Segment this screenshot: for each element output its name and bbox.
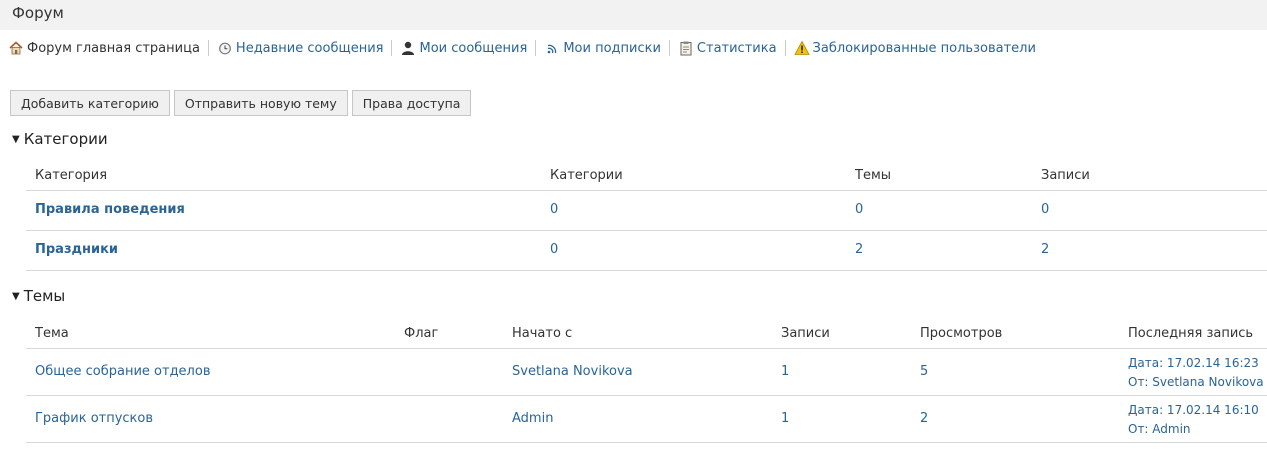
category-subcategories-count[interactable]: 0 bbox=[550, 242, 558, 257]
category-link[interactable]: Правила поведения bbox=[35, 202, 185, 217]
home-icon bbox=[8, 40, 24, 56]
nav-recent-label: Недавние сообщения bbox=[235, 40, 384, 56]
col-posts: Записи bbox=[781, 326, 830, 341]
nav-divider bbox=[784, 40, 786, 56]
topics-section-toggle[interactable]: ▼ Темы bbox=[12, 287, 65, 305]
col-last-post: Последняя запись bbox=[1128, 326, 1254, 341]
col-subcategories: Категории bbox=[550, 168, 623, 183]
table-row: График отпусков Admin 1 2 Дата: 17.02.14… bbox=[26, 396, 1267, 443]
nav-my-posts[interactable]: Мои сообщения bbox=[400, 40, 527, 56]
table-row: Общее собрание отделов Svetlana Novikova… bbox=[26, 349, 1267, 396]
table-header: Категория Категории Темы Записи bbox=[26, 160, 1267, 191]
new-topic-button[interactable]: Отправить новую тему bbox=[173, 90, 348, 116]
categories-table: Категория Категории Темы Записи Правила … bbox=[26, 160, 1267, 271]
clock-icon bbox=[217, 40, 233, 56]
collapse-triangle-icon: ▼ bbox=[12, 133, 20, 145]
page-title: Форум bbox=[12, 4, 64, 22]
nav-divider bbox=[207, 40, 209, 56]
topic-posts-count[interactable]: 1 bbox=[781, 364, 789, 379]
nav-home[interactable]: Форум главная страница bbox=[8, 40, 200, 56]
category-topics-count[interactable]: 2 bbox=[855, 242, 863, 257]
table-row: Правила поведения 0 0 0 bbox=[26, 191, 1267, 231]
nav-divider bbox=[391, 40, 393, 56]
last-post-author[interactable]: От: Svetlana Novikova bbox=[1128, 373, 1264, 392]
category-subcategories-count[interactable]: 0 bbox=[550, 202, 558, 217]
topic-link[interactable]: Общее собрание отделов bbox=[35, 364, 210, 379]
col-category: Категория bbox=[35, 168, 108, 183]
nav-divider bbox=[668, 40, 670, 56]
categories-section-toggle[interactable]: ▼ Категории bbox=[12, 130, 108, 148]
topic-views-count[interactable]: 5 bbox=[920, 364, 928, 379]
add-category-button[interactable]: Добавить категорию bbox=[10, 90, 170, 116]
nav-statistics-label: Статистика bbox=[696, 40, 777, 56]
category-posts-count[interactable]: 0 bbox=[1041, 202, 1049, 217]
action-buttons: Добавить категорию Отправить новую тему … bbox=[10, 90, 472, 116]
topic-posts-count[interactable]: 1 bbox=[781, 411, 789, 426]
warning-icon bbox=[793, 40, 810, 56]
last-post-date[interactable]: Дата: 17.02.14 16:10 bbox=[1128, 401, 1259, 420]
topics-heading: Темы bbox=[23, 287, 66, 305]
topic-author-link[interactable]: Svetlana Novikova bbox=[512, 364, 633, 379]
forum-nav: Форум главная страница Недавние сообщени… bbox=[8, 38, 1036, 58]
nav-home-label: Форум главная страница bbox=[27, 40, 200, 56]
nav-divider bbox=[535, 40, 537, 56]
topic-author-link[interactable]: Admin bbox=[512, 411, 553, 426]
user-icon bbox=[400, 40, 416, 56]
col-topic: Тема bbox=[35, 326, 69, 341]
col-topics: Темы bbox=[855, 168, 892, 183]
rss-icon bbox=[544, 40, 560, 56]
nav-subscriptions[interactable]: Мои подписки bbox=[544, 40, 661, 56]
nav-blocked-users[interactable]: Заблокированные пользователи bbox=[793, 40, 1036, 56]
col-views: Просмотров bbox=[920, 326, 1003, 341]
clipboard-icon bbox=[678, 40, 694, 56]
categories-heading: Категории bbox=[23, 130, 108, 148]
nav-subscriptions-label: Мои подписки bbox=[563, 40, 661, 56]
col-flag: Флаг bbox=[404, 326, 439, 341]
nav-recent[interactable]: Недавние сообщения bbox=[217, 40, 384, 56]
permissions-button[interactable]: Права доступа bbox=[351, 90, 472, 116]
nav-my-posts-label: Мои сообщения bbox=[419, 40, 528, 56]
title-bar: Форум bbox=[0, 0, 1267, 30]
collapse-triangle-icon: ▼ bbox=[12, 290, 20, 302]
nav-statistics[interactable]: Статистика bbox=[678, 40, 777, 56]
topics-table: Тема Флаг Начато с Записи Просмотров Пос… bbox=[26, 318, 1267, 443]
table-row: Праздники 0 2 2 bbox=[26, 231, 1267, 271]
category-topics-count[interactable]: 0 bbox=[855, 202, 863, 217]
category-link[interactable]: Праздники bbox=[35, 242, 118, 257]
last-post-date[interactable]: Дата: 17.02.14 16:23 bbox=[1128, 354, 1259, 373]
table-header: Тема Флаг Начато с Записи Просмотров Пос… bbox=[26, 318, 1267, 349]
last-post-author[interactable]: От: Admin bbox=[1128, 420, 1191, 439]
nav-blocked-users-label: Заблокированные пользователи bbox=[812, 40, 1036, 56]
category-posts-count[interactable]: 2 bbox=[1041, 242, 1049, 257]
col-posts: Записи bbox=[1041, 168, 1090, 183]
col-started-by: Начато с bbox=[512, 326, 573, 341]
topic-views-count[interactable]: 2 bbox=[920, 411, 928, 426]
topic-link[interactable]: График отпусков bbox=[35, 411, 153, 426]
